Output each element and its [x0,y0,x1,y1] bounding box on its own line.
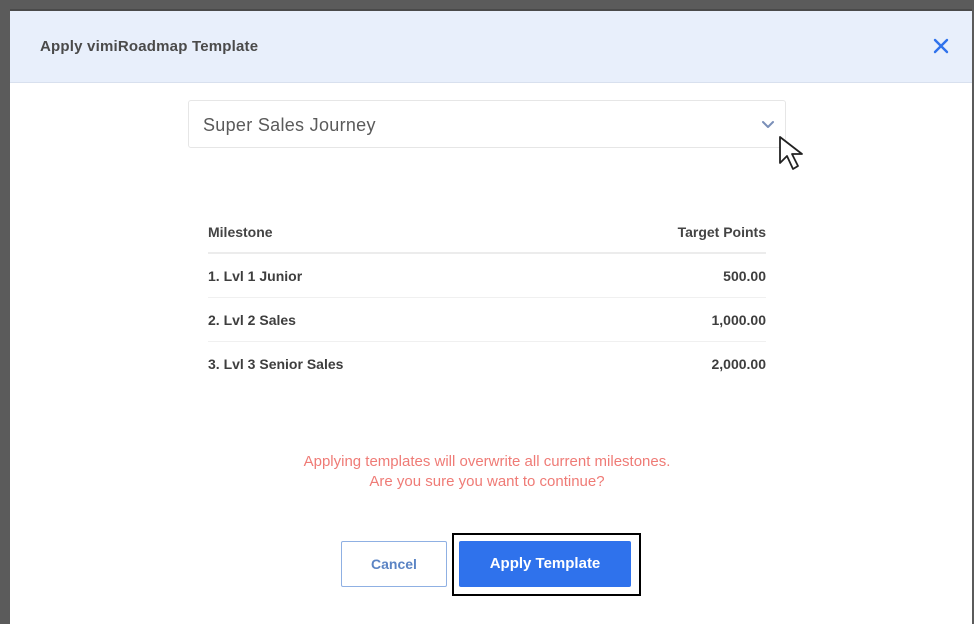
target-points: 1,000.00 [711,312,767,328]
apply-template-button[interactable]: Apply Template [459,541,631,587]
column-header-milestone: Milestone [208,224,273,240]
mouse-pointer-icon [779,136,803,170]
milestone-name: 3. Lvl 3 Senior Sales [208,356,344,372]
close-icon [933,38,949,54]
close-button[interactable] [928,33,954,59]
template-select-value: Super Sales Journey [203,115,376,135]
warning-line-2: Are you sure you want to continue? [369,473,605,490]
milestone-name: 1. Lvl 1 Junior [208,268,303,284]
chevron-down-icon [762,121,774,128]
table-row: 1. Lvl 1 Junior 500.00 [208,254,766,298]
template-select[interactable]: Super Sales Journey [188,100,786,148]
overwrite-warning: Applying templates will overwrite all cu… [0,452,974,492]
milestone-table: Milestone Target Points 1. Lvl 1 Junior … [208,218,766,386]
warning-line-1: Applying templates will overwrite all cu… [303,453,671,470]
milestone-name: 2. Lvl 2 Sales [208,312,296,328]
table-row: 2. Lvl 2 Sales 1,000.00 [208,298,766,342]
cancel-button[interactable]: Cancel [341,541,447,587]
dialog-header: Apply vimiRoadmap Template [10,11,972,83]
dialog-title: Apply vimiRoadmap Template [40,38,259,55]
column-header-target-points: Target Points [677,224,766,240]
table-row: 3. Lvl 3 Senior Sales 2,000.00 [208,342,766,386]
table-header: Milestone Target Points [208,218,766,254]
target-points: 500.00 [723,268,766,284]
target-points: 2,000.00 [711,356,767,372]
